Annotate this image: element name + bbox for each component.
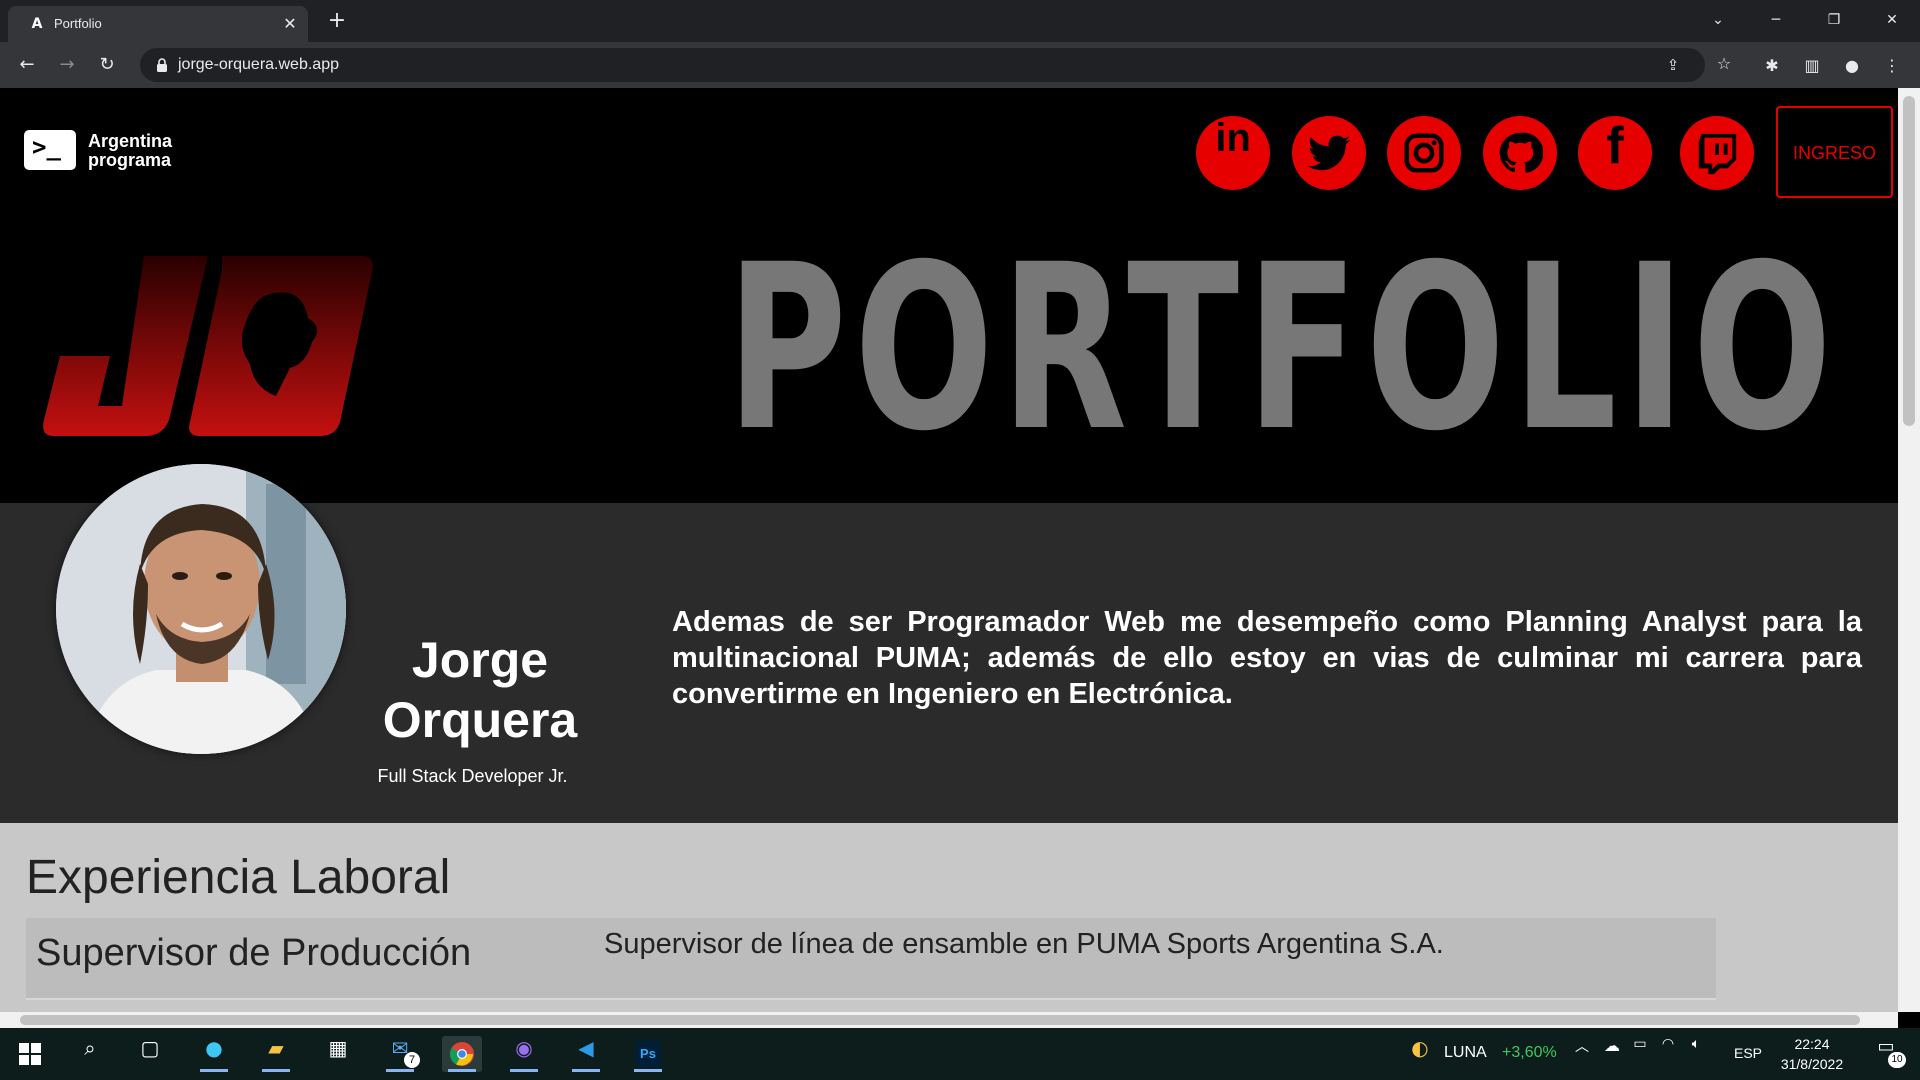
edge-icon[interactable]: ● [194, 1036, 234, 1072]
login-button[interactable]: INGRESO [1776, 106, 1893, 198]
close-tab-icon[interactable]: ✕ [280, 14, 300, 34]
tab-title: Portfolio [54, 16, 102, 31]
logo-line-1: Argentina [88, 131, 173, 151]
notifications-badge: 10 [1888, 1052, 1906, 1068]
horizontal-scroll-thumb[interactable] [20, 1015, 1860, 1025]
search-icon[interactable]: ⌕ [70, 1036, 110, 1072]
lock-icon [157, 58, 167, 72]
profile-role: Full Stack Developer Jr. [377, 766, 568, 786]
github-desktop-icon[interactable]: ◉ [504, 1036, 544, 1072]
profile-photo [56, 464, 346, 754]
twitter-bird-shape [1307, 135, 1351, 171]
system-clock[interactable]: 22:24 31/8/2022 [1768, 1034, 1856, 1074]
minimize-icon[interactable]: ─ [1756, 8, 1796, 32]
notifications-icon[interactable]: ▭ 10 [1866, 1036, 1906, 1072]
microsoft-store-icon[interactable]: ▦ [318, 1036, 358, 1072]
vertical-scroll-thumb[interactable] [1903, 96, 1915, 426]
volume-icon[interactable]: 🔈︎ [1684, 1036, 1708, 1072]
photoshop-icon[interactable]: Ps [628, 1036, 668, 1072]
facebook-icon[interactable]: f [1578, 116, 1652, 190]
address-bar[interactable]: jorge-orquera.web.app ⇪ [140, 48, 1705, 82]
chrome-icon[interactable] [442, 1036, 482, 1072]
wifi-icon[interactable]: ◠ [1656, 1036, 1680, 1072]
menu-icon[interactable]: ⋮ [1880, 54, 1904, 78]
last-name: Orquera [382, 692, 578, 748]
angular-favicon-icon: A [31, 16, 43, 32]
twitter-icon[interactable] [1292, 116, 1366, 190]
language-indicator[interactable]: ESP [1734, 1045, 1762, 1061]
instagram-camera-shape [1404, 133, 1444, 173]
mail-icon[interactable]: ✉ 7 [380, 1036, 420, 1072]
experience-description: Supervisor de línea de ensamble en PUMA … [604, 928, 1444, 960]
experience-role: Supervisor de Producción [36, 932, 472, 974]
twitch-glitch-shape [1698, 133, 1737, 175]
close-window-icon[interactable]: ✕ [1872, 8, 1912, 32]
clock-time: 22:24 [1794, 1036, 1830, 1052]
tab-search-icon[interactable]: ⌄ [1698, 8, 1738, 32]
forward-icon[interactable]: → [52, 50, 82, 80]
cloud-icon[interactable]: ☁ [1600, 1036, 1624, 1072]
ticker-name: LUNA [1444, 1044, 1487, 1061]
vertical-scrollbar[interactable] [1898, 88, 1920, 1012]
portfolio-title: PORTFOLIO [726, 215, 1840, 481]
experience-card: Supervisor de Producción Supervisor de l… [26, 918, 1716, 1000]
task-view-icon[interactable]: ▢ [130, 1036, 170, 1072]
ticker-change: +3,60% [1502, 1044, 1557, 1061]
share-icon[interactable]: ⇪ [1662, 54, 1684, 76]
experience-title: Experiencia Laboral [26, 851, 451, 904]
bookmark-star-icon[interactable]: ☆ [1712, 52, 1736, 76]
argentina-programa-logo[interactable]: >_ Argentina programa [24, 130, 172, 170]
linkedin-label: in [1215, 116, 1251, 160]
browser-tab-strip: A Portfolio ✕ + ⌄ ─ ❐ ✕ [0, 0, 1920, 42]
browser-tab[interactable]: A Portfolio ✕ [8, 6, 308, 42]
vscode-icon[interactable]: ◀ [566, 1036, 606, 1072]
side-panel-icon[interactable]: ▥ [1800, 54, 1824, 78]
battery-icon[interactable]: ▭ [1628, 1036, 1652, 1072]
horizontal-scrollbar[interactable] [0, 1012, 1898, 1028]
logo-line-2: programa [88, 150, 172, 170]
new-tab-button[interactable]: + [324, 9, 350, 35]
browser-toolbar: ← → ↻ jorge-orquera.web.app ⇪ ☆ ✱ ▥ ● ⋮ [0, 42, 1920, 88]
profile-bio: Ademas de ser Programador Web me desempe… [672, 606, 1862, 710]
github-octocat-shape [1499, 132, 1543, 173]
github-icon[interactable] [1483, 116, 1557, 190]
twitch-icon[interactable] [1680, 116, 1754, 190]
chevron-up-icon[interactable]: ︿ [1570, 1036, 1594, 1072]
url-text: jorge-orquera.web.app [178, 56, 339, 73]
windows-start-icon[interactable] [10, 1036, 50, 1072]
file-explorer-icon[interactable]: ▰ [256, 1036, 296, 1072]
instagram-icon[interactable] [1387, 116, 1461, 190]
luna-ticker-icon[interactable]: ◐ [1400, 1036, 1440, 1072]
reload-icon[interactable]: ↻ [92, 50, 122, 80]
profile-name: Jorge Orquera [350, 630, 610, 750]
mail-badge: 7 [404, 1052, 420, 1068]
first-name: Jorge [411, 632, 549, 688]
windows-taskbar: ⌕ ▢ ● ▰ ▦ ✉ 7 ◉ ◀ Ps ◐ LUNA +3,60% ︿ ☁ ▭… [0, 1028, 1920, 1080]
clock-date: 31/8/2022 [1780, 1056, 1844, 1072]
terminal-icon: >_ [24, 130, 76, 170]
back-icon[interactable]: ← [12, 50, 42, 80]
profile-photo-portrait [56, 464, 346, 754]
facebook-label: f [1606, 117, 1624, 175]
logo-text: Argentina programa [88, 132, 172, 170]
restore-icon[interactable]: ❐ [1814, 8, 1854, 32]
profile-icon[interactable]: ● [1840, 54, 1864, 78]
jo-logo-letters: JO [40, 256, 41, 257]
jo-logo: JO [40, 256, 373, 436]
linkedin-icon[interactable]: in [1196, 116, 1270, 190]
extensions-icon[interactable]: ✱ [1760, 54, 1784, 78]
